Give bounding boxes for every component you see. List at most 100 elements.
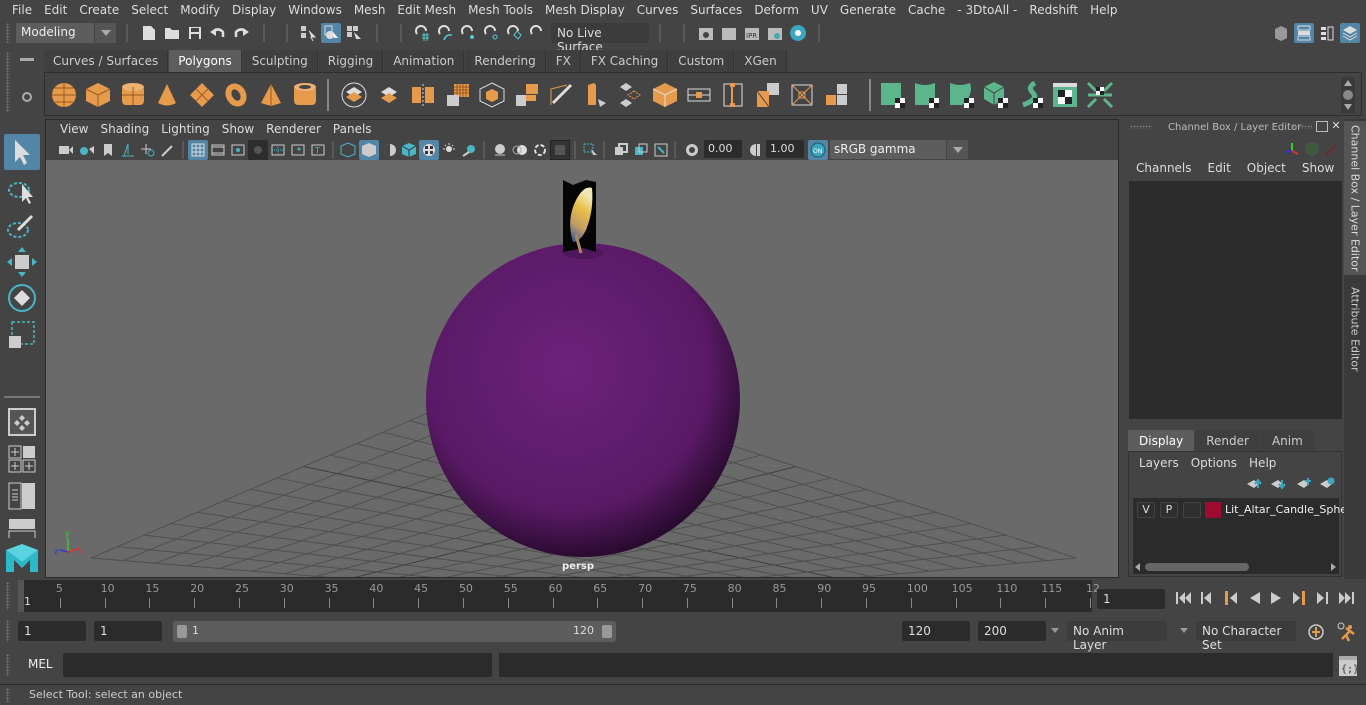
attribute-editor-toggle-icon[interactable] <box>1294 23 1314 43</box>
four-view-layout-button[interactable] <box>8 445 36 473</box>
xray-joints-icon[interactable] <box>651 140 671 160</box>
menu-mesh[interactable]: Mesh <box>348 3 392 17</box>
viewport-scene[interactable]: y x z persp <box>46 160 1118 577</box>
layer-tab-display[interactable]: Display <box>1128 430 1195 452</box>
shelf-tab-polygons[interactable]: Polygons <box>169 50 242 72</box>
live-surface-field[interactable]: No Live Surface <box>551 23 649 54</box>
menu-help[interactable]: Help <box>1084 3 1123 17</box>
xray-icon[interactable] <box>611 140 631 160</box>
scrollbar-thumb[interactable] <box>1145 563 1249 571</box>
shelf-tab-sculpting[interactable]: Sculpting <box>242 50 318 72</box>
select-component-icon[interactable] <box>344 23 364 43</box>
move-tool-icon[interactable] <box>4 244 40 280</box>
shelf-tab-animation[interactable]: Animation <box>384 50 465 72</box>
layer-horizontal-scrollbar[interactable] <box>1133 560 1339 574</box>
rotate-tool-icon[interactable] <box>4 280 40 316</box>
undo-icon[interactable] <box>208 23 228 43</box>
layer-visibility-toggle[interactable]: V <box>1137 502 1155 518</box>
shelf-drag-handle[interactable] <box>6 52 10 112</box>
xray-active-components-icon[interactable] <box>631 140 651 160</box>
anim-layer-dropdown[interactable]: No Anim Layer <box>1067 621 1167 652</box>
render-frame-icon[interactable] <box>719 23 739 43</box>
character-set-dropdown[interactable]: No Character Set <box>1196 621 1296 652</box>
merge-icon[interactable] <box>685 81 713 109</box>
scroll-down-icon[interactable] <box>1344 104 1352 110</box>
use-all-lights-icon[interactable] <box>439 140 459 160</box>
append-polygon-icon[interactable] <box>616 81 644 109</box>
two-d-pan-zoom-icon[interactable] <box>138 140 158 160</box>
menu-mesh-tools[interactable]: Mesh Tools <box>462 3 539 17</box>
render-settings-icon[interactable] <box>765 23 785 43</box>
poly-plane-icon[interactable] <box>188 81 216 109</box>
candle-sphere[interactable] <box>426 243 740 557</box>
grease-pencil-icon[interactable] <box>158 140 178 160</box>
use-default-material-icon[interactable] <box>380 140 400 160</box>
film-gate-icon[interactable] <box>208 140 228 160</box>
step-forward-frame-icon[interactable] <box>1317 592 1328 604</box>
playback-end-field[interactable]: 120 <box>902 621 970 641</box>
viewport-menu-lighting[interactable]: Lighting <box>155 120 216 140</box>
layer-menu-help[interactable]: Help <box>1243 456 1282 470</box>
exposure-field[interactable]: 0.00 <box>704 140 742 158</box>
drag-handle[interactable] <box>6 23 10 43</box>
make-live-icon[interactable] <box>527 23 547 43</box>
current-frame-field[interactable]: 1 <box>1097 589 1165 609</box>
menu-redshift[interactable]: Redshift <box>1023 3 1084 17</box>
animation-preferences-icon[interactable] <box>1334 621 1356 643</box>
menu-3dtoall[interactable]: - 3DtoAll - <box>951 3 1023 17</box>
target-weld-icon[interactable] <box>754 81 782 109</box>
uv-layout-icon[interactable] <box>1086 81 1114 109</box>
menu-modify[interactable]: Modify <box>174 3 226 17</box>
play-forwards-icon[interactable] <box>1271 592 1281 604</box>
shelf-settings-gear-icon[interactable] <box>22 92 32 102</box>
tool-settings-toggle-icon[interactable] <box>1317 23 1337 43</box>
lasso-tool-icon[interactable] <box>4 172 40 208</box>
new-scene-icon[interactable] <box>139 23 159 43</box>
side-tab-attribute-editor[interactable]: Attribute Editor <box>1344 279 1366 379</box>
select-camera-icon[interactable] <box>56 140 76 160</box>
shelf-scrollbar[interactable] <box>1341 77 1355 113</box>
channel-box-menu-object[interactable]: Object <box>1239 161 1294 175</box>
modeling-toolkit-icon[interactable] <box>1271 23 1291 43</box>
camera-attributes-icon[interactable] <box>77 140 97 160</box>
combine-icon[interactable] <box>340 81 368 109</box>
field-chart-icon[interactable] <box>268 140 288 160</box>
select-object-icon[interactable] <box>321 23 341 43</box>
planar-uv-icon[interactable] <box>913 81 941 109</box>
range-end-handle[interactable] <box>602 625 612 638</box>
motion-blur-icon[interactable] <box>510 140 530 160</box>
redo-icon[interactable] <box>231 23 251 43</box>
channel-box-menu-edit[interactable]: Edit <box>1200 161 1239 175</box>
layer-menu-options[interactable]: Options <box>1185 456 1243 470</box>
isolate-select-icon[interactable] <box>581 140 601 160</box>
go-to-start-icon[interactable] <box>1176 592 1191 604</box>
scroll-left-icon[interactable] <box>1135 563 1140 571</box>
side-tab-channel-box[interactable]: Channel Box / Layer Editor <box>1344 121 1366 275</box>
snap-grid-icon[interactable] <box>412 23 432 43</box>
smooth-icon[interactable] <box>444 81 472 109</box>
menu-cache[interactable]: Cache <box>902 3 951 17</box>
time-slider-drag-handle[interactable] <box>6 582 10 610</box>
bevel-icon[interactable] <box>582 81 610 109</box>
separate-icon[interactable] <box>375 81 403 109</box>
paint-select-tool-icon[interactable] <box>4 208 40 244</box>
exposure-icon[interactable] <box>682 140 702 160</box>
depth-of-field-icon[interactable] <box>550 140 570 160</box>
layer-display-type-toggle[interactable] <box>1183 502 1201 518</box>
menu-curves[interactable]: Curves <box>631 3 685 17</box>
mirror-icon[interactable] <box>409 81 437 109</box>
move-layer-down-icon[interactable] <box>1271 480 1286 490</box>
viewport-menu-renderer[interactable]: Renderer <box>260 120 327 140</box>
range-drag-handle[interactable] <box>6 620 10 642</box>
view-transform-dropdown[interactable]: sRGB gamma <box>830 140 968 159</box>
menu-display[interactable]: Display <box>226 3 282 17</box>
resolution-gate-icon[interactable] <box>228 140 248 160</box>
automatic-uv-icon[interactable] <box>879 81 907 109</box>
safe-action-icon[interactable] <box>288 140 308 160</box>
layer-color-swatch[interactable] <box>1205 502 1221 518</box>
layer-tab-render[interactable]: Render <box>1195 430 1260 452</box>
script-editor-icon[interactable]: {;} <box>1338 655 1358 677</box>
panel-drag-handle[interactable] <box>1292 125 1312 129</box>
poly-cylinder-icon[interactable] <box>119 81 147 109</box>
edge-loop-icon[interactable] <box>719 81 747 109</box>
